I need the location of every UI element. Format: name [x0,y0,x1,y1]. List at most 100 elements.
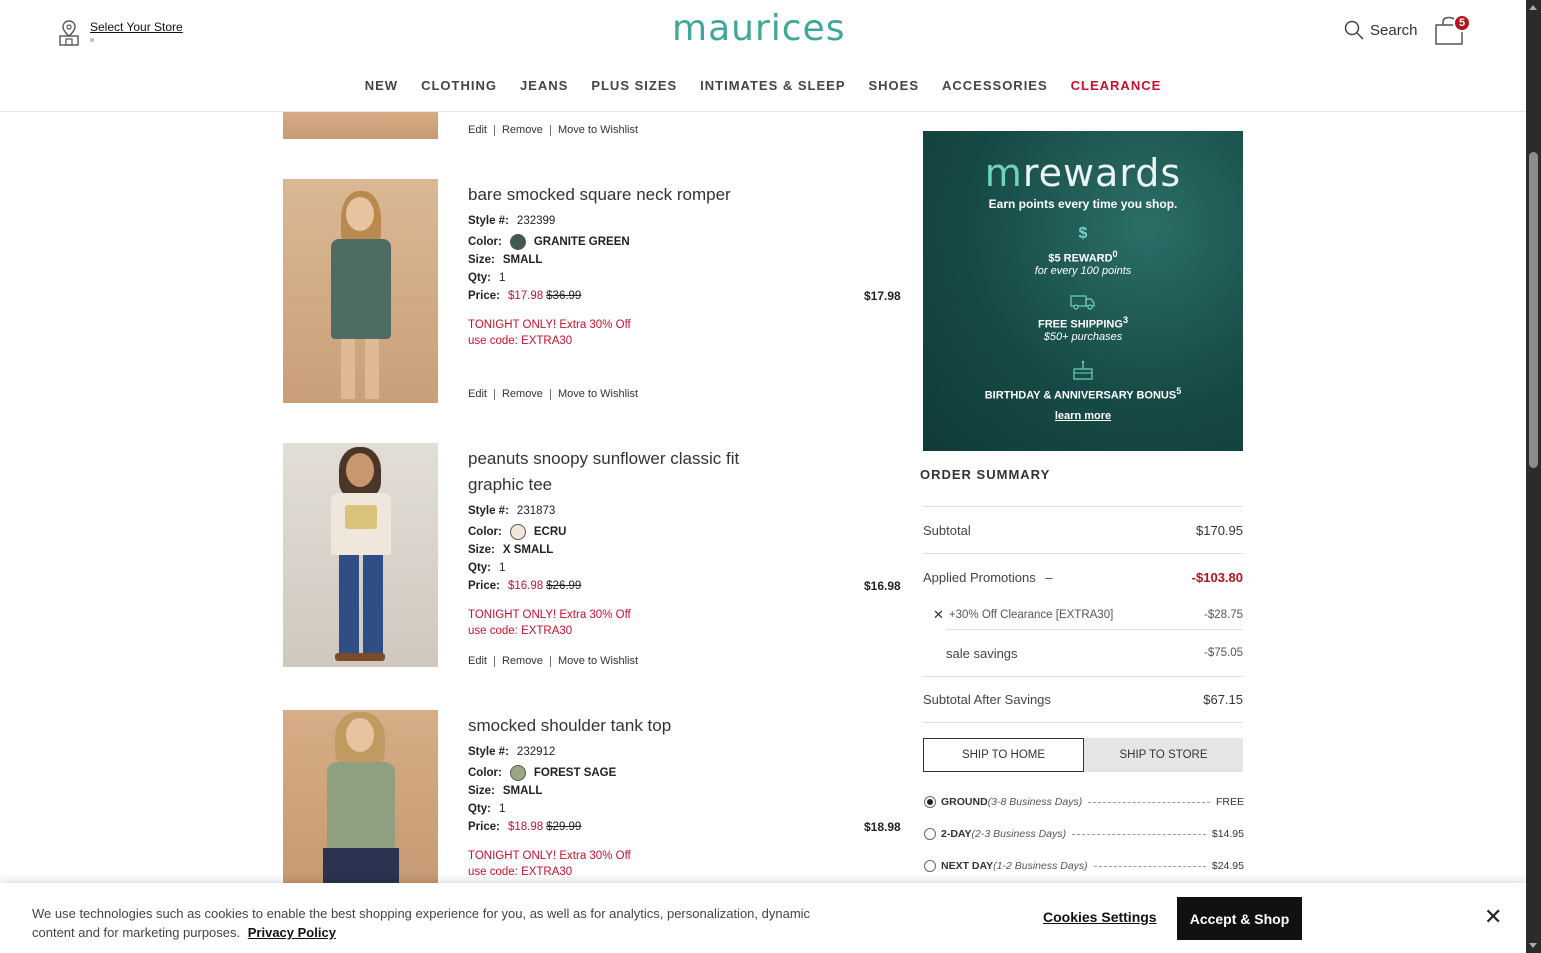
maurices-logo[interactable]: maurices [672,8,845,49]
privacy-policy-link[interactable]: Privacy Policy [248,925,336,940]
item-actions: Edit Remove Move to Wishlist [468,388,908,400]
product-image-snoopy-tee[interactable] [283,443,438,667]
option-price: $14.95 [1211,828,1244,840]
learn-more-link[interactable]: learn more [923,410,1243,422]
promo-code-label-wrap: ✕ +30% Off Clearance [EXTRA30] [923,607,1113,623]
tab-ship-to-store[interactable]: SHIP TO STORE [1084,738,1243,772]
shipping-option-ground[interactable]: GROUND (3-8 Business Days) FREE [924,796,1244,808]
radio-unselected[interactable] [924,860,936,872]
nav-clothing[interactable]: CLOTHING [421,78,497,93]
price-label: Price: [468,580,500,592]
divider [549,388,551,400]
color-label: Color: [468,236,502,248]
cart-page: Select Your Store maurices Search 5 NEW … [0,0,1541,953]
search-icon [1344,20,1364,40]
store-selector[interactable]: Select Your Store [58,20,183,46]
product-name[interactable]: bare smocked square neck romper [468,182,908,208]
model-jeans [339,555,359,655]
move-to-wishlist-link[interactable]: Move to Wishlist [558,388,638,400]
product-image-tank-top[interactable] [283,710,438,883]
mrewards-banner[interactable]: mrewards Earn points every time you shop… [923,131,1243,451]
color-swatch [509,524,526,540]
divider [493,655,495,667]
nav-accessories[interactable]: ACCESSORIES [942,78,1048,93]
accept-and-shop-button[interactable]: Accept & Shop [1177,897,1302,940]
divider [549,655,551,667]
price-line: Price: $16.98 $26.99 [468,577,908,595]
birthday-benefit: BIRTHDAY & ANNIVERSARY BONUS5 [923,359,1243,402]
qty-value[interactable]: 1 [499,269,505,287]
remove-link[interactable]: Remove [502,124,543,136]
style-number: 232912 [516,746,556,758]
rewards-tagline: Earn points every time you shop. [988,197,1178,211]
edit-link[interactable]: Edit [468,655,487,667]
nav-jeans[interactable]: JEANS [520,78,568,93]
page-scrollbar[interactable] [1526,0,1541,953]
cart-item-1: bare smocked square neck romper Style #:… [468,182,908,349]
edit-link[interactable]: Edit [468,388,487,400]
nav-shoes[interactable]: SHOES [869,78,920,93]
product-image-romper[interactable] [283,179,438,403]
cart-item-2: peanuts snoopy sunflower classic fit gra… [468,446,908,639]
nav-new[interactable]: NEW [365,78,398,93]
scroll-down-arrow-icon[interactable] [1529,943,1537,948]
shipping-option-2-day[interactable]: 2-DAY (2-3 Business Days) $14.95 [924,828,1244,840]
qty-value[interactable]: 1 [499,559,505,577]
size-line: Size: SMALL [468,251,908,269]
sale-price: $17.98 [507,290,544,302]
remove-link[interactable]: Remove [502,388,543,400]
qty-line: Qty: 1 [468,269,908,287]
qty-line: Qty: 1 [468,559,908,577]
promotions-total: -$103.80 [1191,569,1243,585]
option-price: FREE [1215,796,1244,808]
cookies-settings-button[interactable]: Cookies Settings [1043,909,1157,925]
remove-promo-icon[interactable]: ✕ [933,607,944,623]
store-status-dot [90,38,94,42]
cart-button[interactable]: 5 [1434,14,1471,51]
size-label: Size: [468,785,495,797]
promo-code-row: ✕ +30% Off Clearance [EXTRA30] -$28.75 [923,600,1243,629]
original-price: $29.99 [546,821,582,833]
promo-message: TONIGHT ONLY! Extra 30% Off [468,850,631,862]
model-leg [365,339,379,399]
truck-icon [1070,295,1095,310]
product-image-previous[interactable] [283,112,438,139]
scroll-up-arrow-icon[interactable] [1529,5,1537,10]
style-line: Style #: 232912 [468,743,908,761]
product-name[interactable]: peanuts snoopy sunflower classic fit gra… [468,446,768,498]
style-line: Style #: 231873 [468,502,908,520]
style-label: Style #: [468,215,509,227]
move-to-wishlist-link[interactable]: Move to Wishlist [558,655,638,667]
radio-unselected[interactable] [924,828,936,840]
shipping-title: FREE SHIPPING [1037,318,1123,331]
main-nav: NEW CLOTHING JEANS PLUS SIZES INTIMATES … [0,78,1526,93]
product-name[interactable]: smocked shoulder tank top [468,713,908,739]
scrollbar-thumb[interactable] [1529,152,1538,468]
size-line: Size: X SMALL [468,541,908,559]
qty-value[interactable]: 1 [499,800,505,818]
shipping-footnote: 3 [1122,315,1129,325]
option-days: (3-8 Business Days) [987,796,1083,808]
collapse-toggle[interactable]: – [1045,570,1052,585]
close-icon[interactable]: ✕ [1484,904,1502,930]
reward-footnote: 0 [1112,249,1118,259]
subtotal-value: $170.95 [1196,522,1243,538]
move-to-wishlist-link[interactable]: Move to Wishlist [558,124,638,136]
price-line: Price: $18.98 $29.99 [468,818,908,836]
mrewards-logo: mrewards [923,151,1243,195]
sale-savings-row: sale savings -$75.05 [946,629,1243,676]
remove-link[interactable]: Remove [502,655,543,667]
radio-selected[interactable] [924,796,936,808]
nav-clearance[interactable]: CLEARANCE [1071,78,1162,93]
shipping-option-next-day[interactable]: NEXT DAY (1-2 Business Days) $24.95 [924,860,1244,872]
search-button[interactable]: Search [1344,20,1418,40]
nav-intimates-sleep[interactable]: INTIMATES & SLEEP [700,78,845,93]
style-line: Style #: 232399 [468,212,908,230]
nav-plus-sizes[interactable]: PLUS SIZES [591,78,677,93]
edit-link[interactable]: Edit [468,124,487,136]
mrewards-logo-m: m [984,151,1023,195]
select-store-link[interactable]: Select Your Store [90,20,183,34]
tab-ship-to-home[interactable]: SHIP TO HOME [923,738,1084,772]
option-days: (2-3 Business Days) [971,828,1067,840]
applied-promotions-row[interactable]: Applied Promotions – -$103.80 [923,553,1243,600]
